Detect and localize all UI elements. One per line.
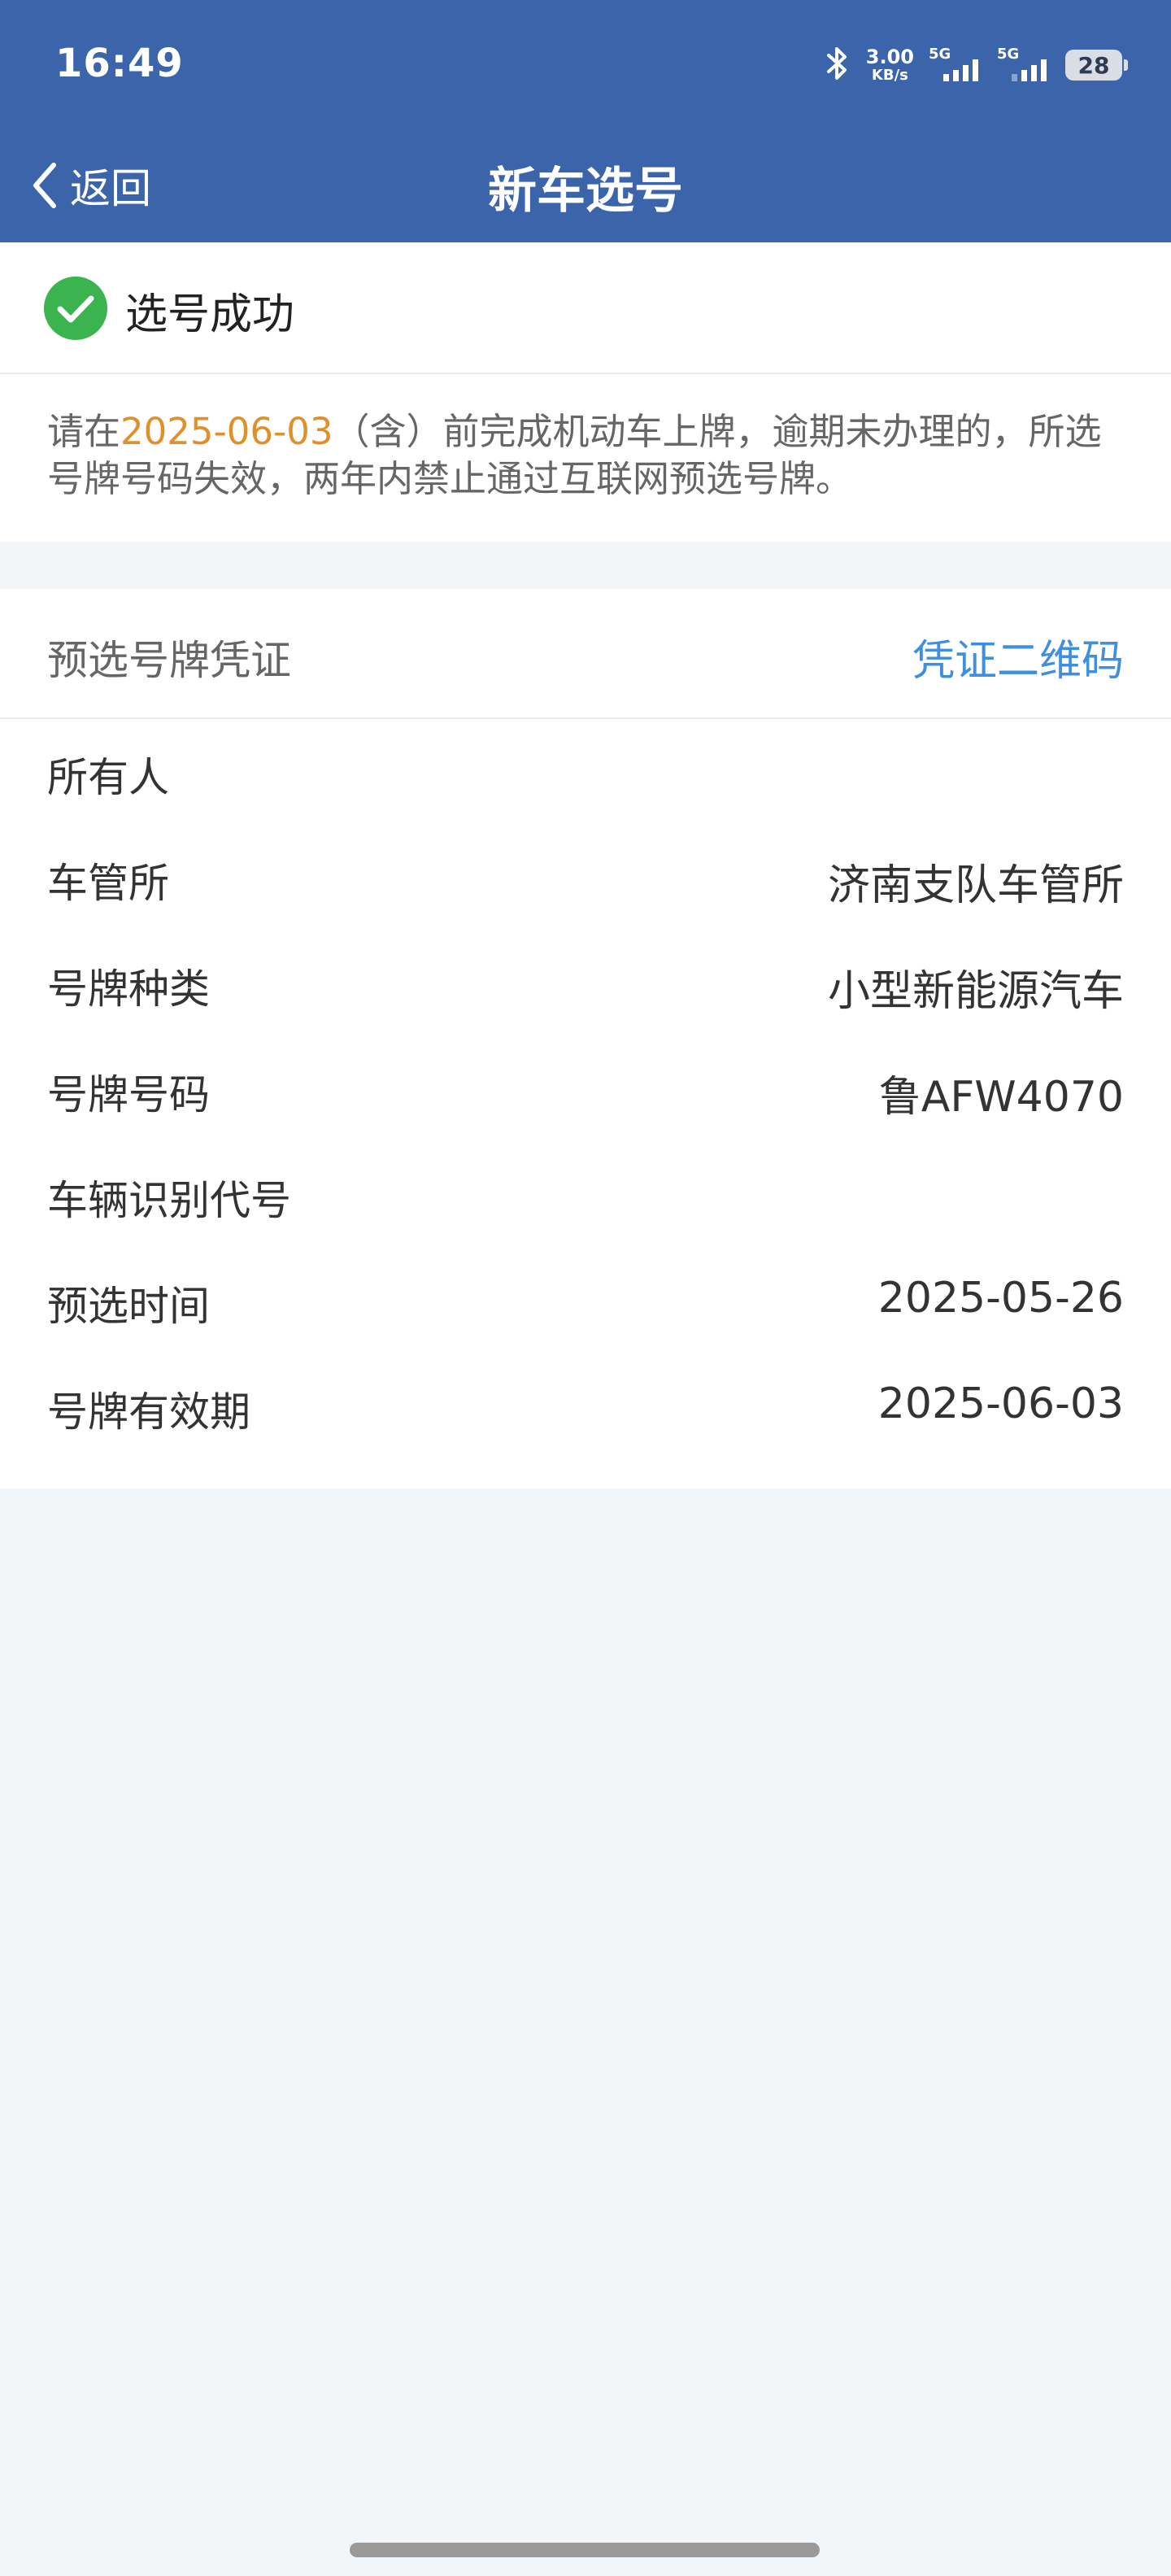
- status-icons: 3.00 KB/s 5G 5G 28: [824, 44, 1128, 86]
- check-circle-icon: [44, 277, 107, 340]
- home-indicator[interactable]: [350, 2543, 820, 2557]
- network-speed-value: 3.00: [865, 46, 914, 68]
- detail-label: 号牌号码: [47, 1071, 210, 1118]
- detail-value: 2025-05-26: [877, 1274, 1124, 1323]
- nav-bar: 返回 新车选号: [0, 130, 1171, 242]
- network-speed: 3.00 KB/s: [866, 47, 914, 83]
- detail-row-selection-time: 预选时间 2025-05-26: [0, 1248, 1171, 1353]
- notice: 请在2025-06-03（含）前完成机动车上牌，逾期未办理的，所选号牌号码失效，…: [0, 374, 1171, 542]
- battery-icon: 28: [1065, 50, 1128, 81]
- detail-label: 号牌有效期: [47, 1388, 250, 1436]
- voucher-row: 预选号牌凭证 凭证二维码: [0, 589, 1171, 719]
- detail-value: 小型新能源汽车: [827, 967, 1124, 1016]
- status-time: 16:49: [55, 41, 184, 86]
- detail-label: 预选时间: [47, 1283, 210, 1330]
- detail-label: 所有人: [47, 754, 169, 801]
- detail-row-office: 车管所 济南支队车管所: [0, 825, 1171, 931]
- signal-sim1: 5G: [929, 46, 982, 83]
- signal-icon: [1012, 59, 1047, 81]
- page: 16:49 3.00 KB/s 5G 5G 28 返回 新车选号 选号成功 请在…: [0, 0, 1171, 2576]
- notice-prefix: 请在: [47, 410, 121, 453]
- section-divider: [0, 542, 1171, 589]
- signal-icon: [943, 59, 978, 81]
- detail-card: 所有人 车管所 济南支队车管所 号牌种类 小型新能源汽车 号牌号码 鲁AFW40…: [0, 719, 1171, 1489]
- voucher-qrcode-link[interactable]: 凭证二维码: [912, 626, 1124, 687]
- detail-label: 车辆识别代号: [47, 1177, 291, 1224]
- detail-value: 济南支队车管所: [827, 861, 1124, 910]
- network-speed-unit: KB/s: [871, 67, 908, 84]
- notice-date: 2025-06-03: [120, 410, 333, 453]
- result-text: 选号成功: [125, 290, 295, 339]
- detail-value: 鲁AFW4070: [878, 1073, 1124, 1122]
- detail-row-owner: 所有人: [0, 719, 1171, 825]
- notice-text: 请在2025-06-03（含）前完成机动车上牌，逾期未办理的，所选号牌号码失效，…: [47, 408, 1129, 503]
- detail-row-plate-type: 号牌种类 小型新能源汽车: [0, 931, 1171, 1036]
- page-title: 新车选号: [488, 163, 683, 220]
- detail-label: 车管所: [47, 860, 169, 907]
- detail-value: 2025-06-03: [877, 1380, 1124, 1428]
- voucher-label: 预选号牌凭证: [47, 637, 291, 684]
- signal-sim2: 5G: [997, 46, 1051, 83]
- status-bar: 16:49 3.00 KB/s 5G 5G 28: [0, 0, 1171, 130]
- bluetooth-icon: [824, 46, 851, 85]
- detail-row-validity: 号牌有效期 2025-06-03: [0, 1353, 1171, 1459]
- detail-row-vin: 车辆识别代号: [0, 1142, 1171, 1248]
- detail-label: 号牌种类: [47, 965, 210, 1013]
- battery-level: 28: [1077, 51, 1110, 79]
- result-banner: 选号成功: [0, 242, 1171, 374]
- detail-row-plate-number: 号牌号码 鲁AFW4070: [0, 1036, 1171, 1142]
